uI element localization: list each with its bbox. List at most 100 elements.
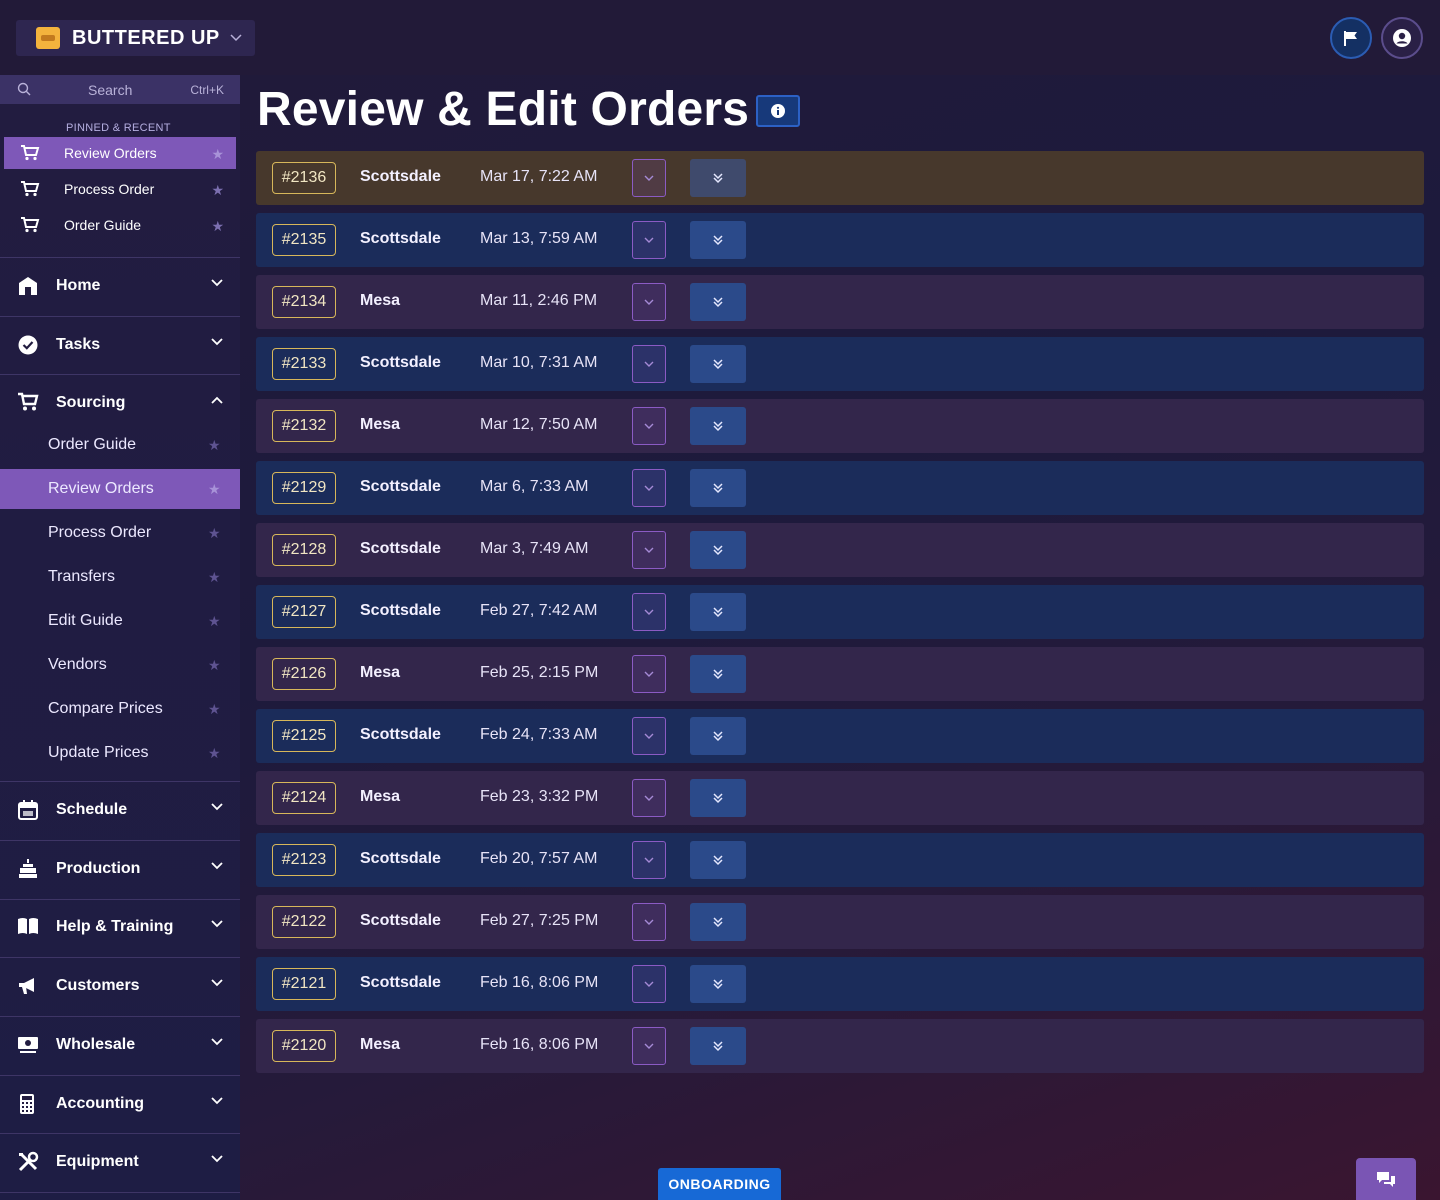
sidebar-item-update-prices[interactable]: Update Prices ★ [0, 733, 240, 773]
pinned-item-process-order[interactable]: Process Order ★ [4, 173, 236, 205]
onboarding-button[interactable]: ONBOARDING [658, 1168, 781, 1200]
order-expand-button[interactable] [690, 221, 746, 259]
order-expand-button[interactable] [690, 531, 746, 569]
order-id-badge[interactable]: #2132 [272, 410, 336, 442]
order-id-badge[interactable]: #2127 [272, 596, 336, 628]
order-id-badge[interactable]: #2134 [272, 286, 336, 318]
order-row[interactable]: #2124 Mesa Feb 23, 3:32 PM [256, 771, 1424, 825]
order-dropdown-button[interactable] [632, 903, 666, 941]
star-icon[interactable]: ★ [208, 613, 221, 630]
user-account-button[interactable] [1381, 17, 1423, 59]
sidebar-item-vendors[interactable]: Vendors ★ [0, 645, 240, 685]
order-id-badge[interactable]: #2123 [272, 844, 336, 876]
nav-tasks[interactable]: Tasks [0, 327, 240, 363]
order-row[interactable]: #2134 Mesa Mar 11, 2:46 PM [256, 275, 1424, 329]
order-expand-button[interactable] [690, 655, 746, 693]
nav-wholesale[interactable]: Wholesale [0, 1027, 240, 1063]
order-id-badge[interactable]: #2124 [272, 782, 336, 814]
nav-equipment[interactable]: Equipment [0, 1144, 240, 1180]
order-row[interactable]: #2135 Scottsdale Mar 13, 7:59 AM [256, 213, 1424, 267]
star-icon[interactable]: ★ [208, 745, 221, 762]
order-row[interactable]: #2133 Scottsdale Mar 10, 7:31 AM [256, 337, 1424, 391]
order-id-badge[interactable]: #2129 [272, 472, 336, 504]
star-icon[interactable]: ★ [211, 182, 224, 199]
order-dropdown-button[interactable] [632, 655, 666, 693]
order-expand-button[interactable] [690, 841, 746, 879]
order-expand-button[interactable] [690, 593, 746, 631]
order-dropdown-button[interactable] [632, 221, 666, 259]
nav-schedule[interactable]: Schedule [0, 792, 240, 828]
star-icon[interactable]: ★ [208, 481, 221, 498]
order-id-badge[interactable]: #2135 [272, 224, 336, 256]
pinned-item-review-orders[interactable]: Review Orders ★ [4, 137, 236, 169]
order-expand-button[interactable] [690, 345, 746, 383]
order-id-badge[interactable]: #2125 [272, 720, 336, 752]
order-id-badge[interactable]: #2120 [272, 1030, 336, 1062]
order-dropdown-button[interactable] [632, 531, 666, 569]
order-dropdown-button[interactable] [632, 345, 666, 383]
star-icon[interactable]: ★ [208, 437, 221, 454]
order-dropdown-button[interactable] [632, 283, 666, 321]
search-input[interactable]: Search [88, 82, 132, 98]
order-dropdown-button[interactable] [632, 965, 666, 1003]
order-expand-button[interactable] [690, 407, 746, 445]
order-dropdown-button[interactable] [632, 469, 666, 507]
order-id-badge[interactable]: #2133 [272, 348, 336, 380]
order-expand-button[interactable] [690, 1027, 746, 1065]
order-dropdown-button[interactable] [632, 841, 666, 879]
chat-button[interactable] [1356, 1158, 1416, 1200]
nav-sourcing[interactable]: Sourcing [0, 385, 240, 421]
order-expand-button[interactable] [690, 717, 746, 755]
star-icon[interactable]: ★ [208, 569, 221, 586]
order-dropdown-button[interactable] [632, 407, 666, 445]
order-dropdown-button[interactable] [632, 1027, 666, 1065]
order-row[interactable]: #2127 Scottsdale Feb 27, 7:42 AM [256, 585, 1424, 639]
order-expand-button[interactable] [690, 965, 746, 1003]
sidebar-item-process-order[interactable]: Process Order ★ [0, 513, 240, 553]
order-row[interactable]: #2136 Scottsdale Mar 17, 7:22 AM [256, 151, 1424, 205]
sidebar-item-compare-prices[interactable]: Compare Prices ★ [0, 689, 240, 729]
flag-button[interactable] [1330, 17, 1372, 59]
nav-accounting[interactable]: Accounting [0, 1086, 240, 1122]
order-row[interactable]: #2132 Mesa Mar 12, 7:50 AM [256, 399, 1424, 453]
order-row[interactable]: #2121 Scottsdale Feb 16, 8:06 PM [256, 957, 1424, 1011]
sidebar-item-order-guide[interactable]: Order Guide ★ [0, 425, 240, 465]
nav-help-training[interactable]: Help & Training [0, 909, 240, 945]
order-expand-button[interactable] [690, 159, 746, 197]
order-id-badge[interactable]: #2121 [272, 968, 336, 1000]
star-icon[interactable]: ★ [211, 146, 224, 163]
order-dropdown-button[interactable] [632, 779, 666, 817]
nav-home[interactable]: Home [0, 268, 240, 304]
star-icon[interactable]: ★ [208, 701, 221, 718]
order-row[interactable]: #2128 Scottsdale Mar 3, 7:49 AM [256, 523, 1424, 577]
order-id-badge[interactable]: #2122 [272, 906, 336, 938]
star-icon[interactable]: ★ [208, 657, 221, 674]
sidebar-item-edit-guide[interactable]: Edit Guide ★ [0, 601, 240, 641]
order-dropdown-button[interactable] [632, 717, 666, 755]
order-dropdown-button[interactable] [632, 159, 666, 197]
order-row[interactable]: #2125 Scottsdale Feb 24, 7:33 AM [256, 709, 1424, 763]
star-icon[interactable]: ★ [208, 525, 221, 542]
order-row[interactable]: #2129 Scottsdale Mar 6, 7:33 AM [256, 461, 1424, 515]
info-button[interactable] [756, 95, 800, 127]
order-row[interactable]: #2126 Mesa Feb 25, 2:15 PM [256, 647, 1424, 701]
order-id-badge[interactable]: #2136 [272, 162, 336, 194]
order-dropdown-button[interactable] [632, 593, 666, 631]
sidebar-item-transfers[interactable]: Transfers ★ [0, 557, 240, 597]
order-id-badge[interactable]: #2126 [272, 658, 336, 690]
pinned-item-order-guide[interactable]: Order Guide ★ [4, 209, 236, 241]
star-icon[interactable]: ★ [211, 218, 224, 235]
order-row[interactable]: #2123 Scottsdale Feb 20, 7:57 AM [256, 833, 1424, 887]
order-expand-button[interactable] [690, 779, 746, 817]
sidebar-item-review-orders[interactable]: Review Orders ★ [0, 469, 240, 509]
nav-customers[interactable]: Customers [0, 968, 240, 1004]
order-expand-button[interactable] [690, 283, 746, 321]
search-bar[interactable]: Search Ctrl+K [0, 75, 240, 104]
brand-switcher[interactable]: BUTTERED UP [16, 20, 255, 56]
order-expand-button[interactable] [690, 469, 746, 507]
order-expand-button[interactable] [690, 903, 746, 941]
order-id-badge[interactable]: #2128 [272, 534, 336, 566]
nav-production[interactable]: Production [0, 851, 240, 887]
order-row[interactable]: #2120 Mesa Feb 16, 8:06 PM [256, 1019, 1424, 1073]
order-row[interactable]: #2122 Scottsdale Feb 27, 7:25 PM [256, 895, 1424, 949]
